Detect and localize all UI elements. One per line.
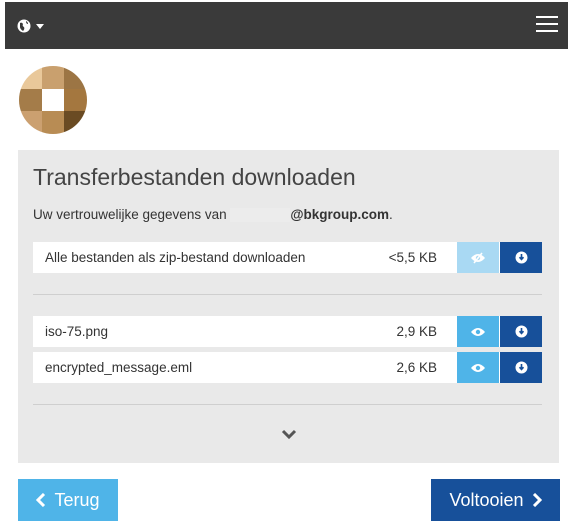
zip-download-row: Alle bestanden als zip-bestand downloade… — [33, 242, 542, 273]
company-logo — [19, 66, 87, 134]
file-row: iso-75.png 2,9 KB — [33, 316, 542, 347]
zip-download-label: Alle bestanden als zip-bestand downloade… — [45, 250, 306, 265]
logo-tile — [64, 66, 87, 89]
download-icon — [515, 325, 527, 338]
eye-slash-icon — [471, 252, 485, 263]
preview-button[interactable] — [457, 352, 499, 383]
language-selector[interactable] — [17, 15, 57, 37]
preview-button[interactable] — [457, 316, 499, 347]
redacted-sender — [230, 208, 291, 223]
hamburger-menu-icon[interactable] — [536, 16, 558, 34]
file-size: 2,6 KB — [396, 360, 437, 375]
logo-tile — [41, 111, 65, 134]
file-name: encrypted_message.eml — [45, 360, 193, 375]
chevron-left-icon — [36, 493, 46, 507]
page-title: Transferbestanden downloaden — [33, 164, 356, 190]
logo-tile — [19, 111, 42, 134]
chevron-down-icon — [36, 23, 44, 29]
zip-download-button[interactable] — [500, 242, 542, 273]
top-navbar — [5, 2, 568, 49]
file-row: encrypted_message.eml 2,6 KB — [33, 352, 542, 383]
chevron-right-icon — [532, 493, 542, 507]
zip-size: <5,5 KB — [388, 250, 437, 265]
back-button[interactable]: Terug — [18, 479, 118, 521]
divider — [33, 404, 542, 405]
download-panel: Transferbestanden downloaden Uw vertrouw… — [18, 150, 559, 463]
logo-tile — [41, 88, 65, 112]
logo-tile — [64, 111, 87, 134]
download-icon — [515, 361, 527, 374]
chevron-down-icon[interactable] — [281, 428, 297, 440]
sender-domain: @bkgroup.com — [290, 207, 390, 222]
file-size: 2,9 KB — [396, 324, 437, 339]
zip-preview-button[interactable] — [457, 242, 499, 273]
logo-tile — [19, 66, 42, 89]
divider — [33, 294, 542, 295]
download-button[interactable] — [500, 352, 542, 383]
finish-button[interactable]: Voltooien — [431, 479, 560, 521]
download-icon — [515, 251, 527, 264]
logo-tile — [41, 66, 65, 89]
intro-text: Uw vertrouwelijke gegevens van @bkgroup.… — [33, 207, 393, 223]
eye-icon — [471, 363, 485, 372]
globe-icon — [17, 19, 31, 33]
logo-tile — [19, 88, 42, 112]
eye-icon — [471, 327, 485, 336]
file-name: iso-75.png — [45, 324, 109, 339]
logo-tile — [64, 88, 87, 112]
download-button[interactable] — [500, 316, 542, 347]
